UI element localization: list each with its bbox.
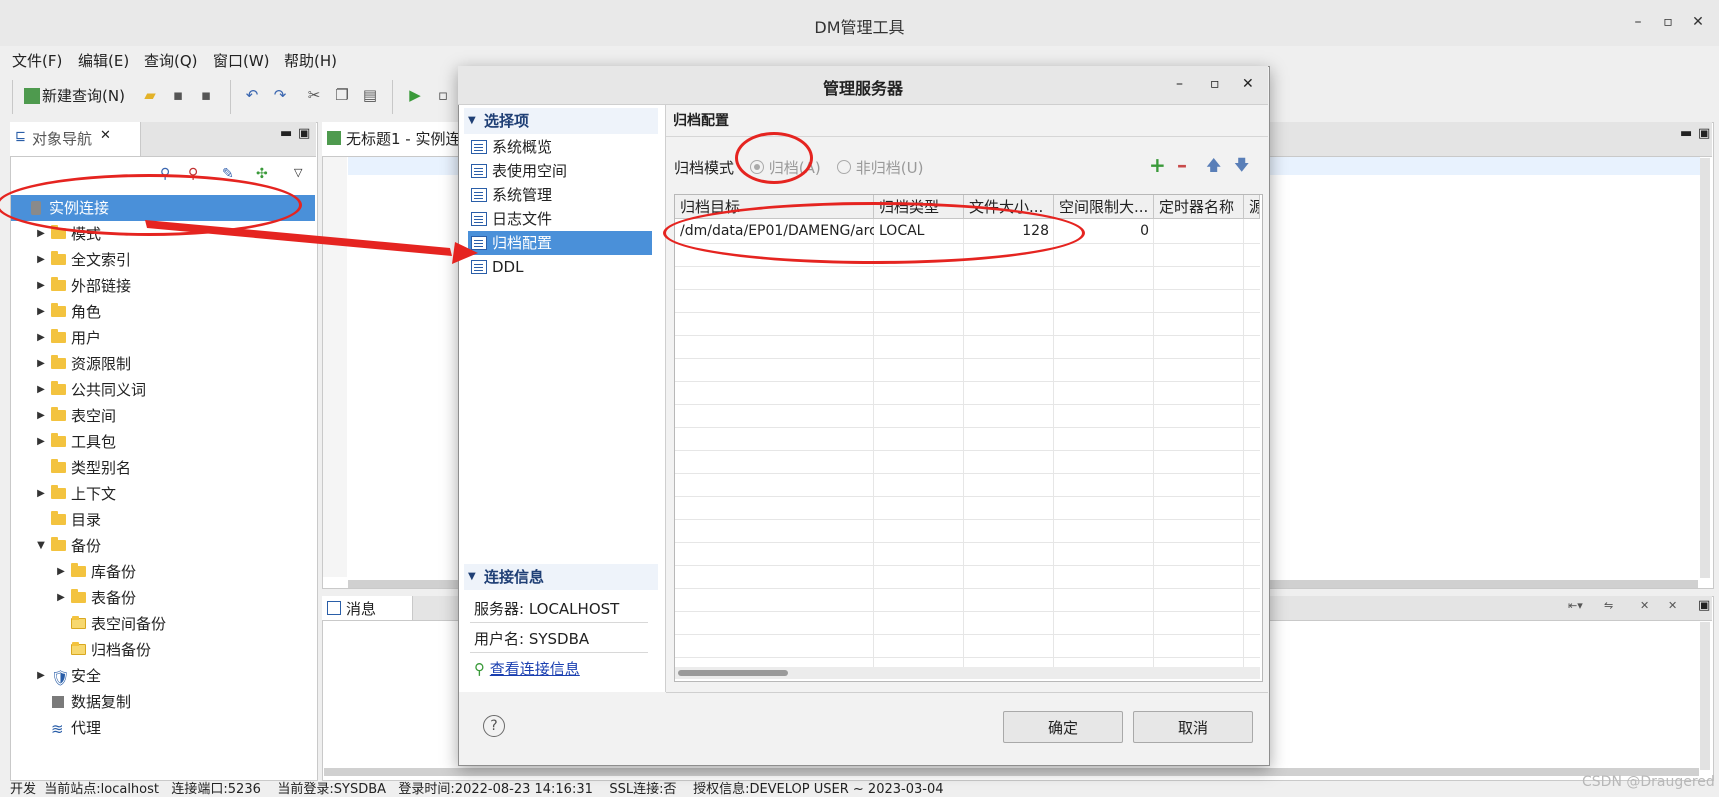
watermark: CSDN @Draugered: [1582, 774, 1715, 790]
annotation-arrow: [145, 220, 478, 264]
